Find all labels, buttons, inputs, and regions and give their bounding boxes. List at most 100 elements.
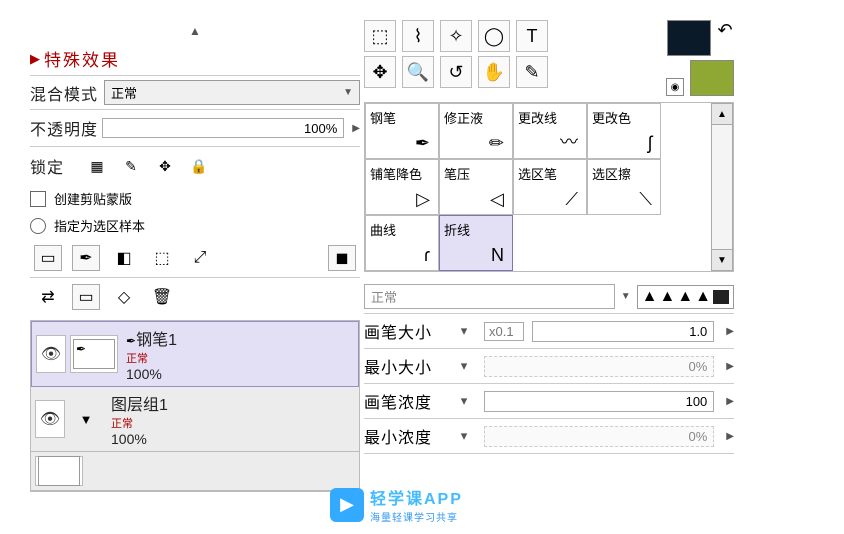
wand-icon[interactable]: ✧ [440,20,472,52]
select-rect-icon[interactable]: ⬚ [364,20,396,52]
tool-category-cell[interactable]: 铺笔降色 ▷ [365,159,439,215]
cat-icon: ✏ [489,133,504,154]
mask-icon[interactable]: ◧ [110,245,138,271]
lock-paint-icon[interactable]: ✎ [121,156,141,176]
sample-row[interactable]: 指定为选区样本 [30,212,360,239]
cat-label: 更改线 [518,108,582,127]
tool-category-cell[interactable]: 钢笔✒ [365,103,439,159]
transfer-icon[interactable]: ⇄ [34,284,62,310]
default-colors-icon[interactable]: ◉ [666,78,684,96]
layer-row[interactable]: 👁 ✒ ✒钢笔1 正常 100% [31,321,359,387]
layer-toolbar-1: ▭ ✒ ◧ ⬚ ⤢ ◼ [30,239,360,278]
tool-panel: ⬚ ⌇ ✧ ◯ T ✥ 🔍 ↺ ✋ ✎ ↶ [364,20,734,492]
lasso-icon[interactable]: ⌇ [402,20,434,52]
cat-icon: ▷ [416,189,430,210]
sample-radio[interactable] [30,218,46,234]
setting-menu-icon[interactable]: ▾ [452,323,476,339]
tool-category-cell[interactable]: 选区擦⟍ [587,159,661,215]
eyedrop-icon[interactable]: ✎ [516,56,548,88]
opacity-arrow-icon[interactable]: ▶ [352,123,360,134]
opacity-value: 100% [304,121,337,136]
fg-color[interactable] [667,20,711,56]
cat-icon: ɾ [424,245,430,266]
layer-row[interactable]: 👁 ▼ 图层组1 正常 100% [31,387,359,452]
layer-info: 图层组1 正常 100% [107,391,355,447]
chevron-down-icon: ▼ [343,87,353,98]
scroll-track[interactable] [711,125,733,249]
layer-mode: 正常 [126,350,354,366]
transform-icon[interactable]: ⤢ [186,245,214,271]
opacity-slider[interactable]: 100% [102,118,344,138]
scroll-down-icon[interactable]: ▼ [711,249,733,271]
tool-category-cell[interactable]: 笔压◁ [439,159,513,215]
zoom-icon[interactable]: 🔍 [402,56,434,88]
layer-visibility[interactable]: 👁 [35,400,65,438]
chevron-up-icon: ▲ [189,24,201,38]
layer-thumb[interactable] [35,456,83,486]
lock-transparency-icon[interactable]: ▦ [87,156,107,176]
new-layer-icon[interactable]: ▭ [34,245,62,271]
setting-menu-icon[interactable]: ▾ [452,358,476,374]
setting-value[interactable]: 100 [484,391,714,412]
cat-icon: 〰 [560,128,578,154]
dup-layer-icon[interactable]: ▭ [72,284,100,310]
fx-header[interactable]: ▶ 特殊效果 [30,42,360,76]
cat-label: 铺笔降色 [370,164,434,183]
layer-thumb[interactable]: ✒ [70,335,118,373]
lock-move-icon[interactable]: ✥ [155,156,175,176]
tool-category-cell[interactable]: 折线N [439,215,513,271]
setting-value[interactable]: 0% [484,356,714,377]
swap-colors-icon[interactable]: ↶ [717,20,732,41]
tip-shape-icon[interactable]: ▲ [642,288,658,306]
setting-arrow-icon[interactable]: ▶ [726,396,734,407]
tip-shape-icon[interactable]: ▲ [677,288,693,306]
erase-icon[interactable]: ◇ [110,284,138,310]
setting-arrow-icon[interactable]: ▶ [726,431,734,442]
new-linework-icon[interactable]: ✒ [72,245,100,271]
pen-icon: ✒ [76,342,86,356]
setting-multiplier[interactable]: x0.1 [484,322,524,341]
layer-visibility[interactable]: 👁 [36,335,66,373]
trash-icon[interactable]: 🗑 [148,284,176,310]
brush-tip-shapes[interactable]: ▲ ▲ ▲ ▲ [637,285,734,309]
scrollbar[interactable]: ▲ ▼ [711,103,733,271]
tip-shape-icon[interactable]: ▲ [695,288,711,306]
clip-checkbox[interactable] [30,191,46,207]
brush-setting-row: 最小大小▾0%▶ [364,349,734,384]
merge-icon[interactable]: ◼ [328,245,356,271]
layer-toolbar-2: ⇄ ▭ ◇ 🗑 [30,278,360,316]
layer-row[interactable] [31,452,359,491]
tip-square-icon[interactable] [713,290,729,304]
text-icon[interactable]: T [516,20,548,52]
blend-mode-row: 混合模式 正常 ▼ [30,76,360,110]
blend-mode-select[interactable]: 正常 ▼ [104,80,360,105]
brush-blend-select[interactable]: 正常 [364,284,615,309]
cat-label: 曲线 [370,220,434,239]
setting-value[interactable]: 0% [484,426,714,447]
clip-row[interactable]: 创建剪贴蒙版 [30,185,360,212]
bg-color[interactable] [690,60,734,96]
tip-shape-icon[interactable]: ▲ [659,288,675,306]
tool-category-cell[interactable]: 更改色ʃ [587,103,661,159]
setting-menu-icon[interactable]: ▾ [452,428,476,444]
tool-category-cell[interactable]: 修正液✏ [439,103,513,159]
tool-category-cell[interactable]: 曲线 ɾ [365,215,439,271]
tool-category-cell[interactable]: 选区笔⟋ [513,159,587,215]
setting-label: 最小浓度 [364,424,444,448]
scroll-up-icon[interactable]: ▲ [711,103,733,125]
rotate-icon[interactable]: ↺ [440,56,472,88]
setting-arrow-icon[interactable]: ▶ [726,326,734,337]
setting-value[interactable]: 1.0 [532,321,714,342]
group-expand[interactable]: ▼ [69,400,103,438]
clear-icon[interactable]: ⬚ [148,245,176,271]
cat-icon: N [491,245,504,266]
hand-icon[interactable]: ✋ [478,56,510,88]
app-logo-icon: ▶ [330,488,364,522]
lock-all-icon[interactable]: 🔒 [189,156,209,176]
pen-icon: ✒ [126,334,136,348]
setting-arrow-icon[interactable]: ▶ [726,361,734,372]
tool-category-cell[interactable]: 更改线〰 [513,103,587,159]
shapes-icon[interactable]: ◯ [478,20,510,52]
setting-menu-icon[interactable]: ▾ [452,393,476,409]
move-icon[interactable]: ✥ [364,56,396,88]
